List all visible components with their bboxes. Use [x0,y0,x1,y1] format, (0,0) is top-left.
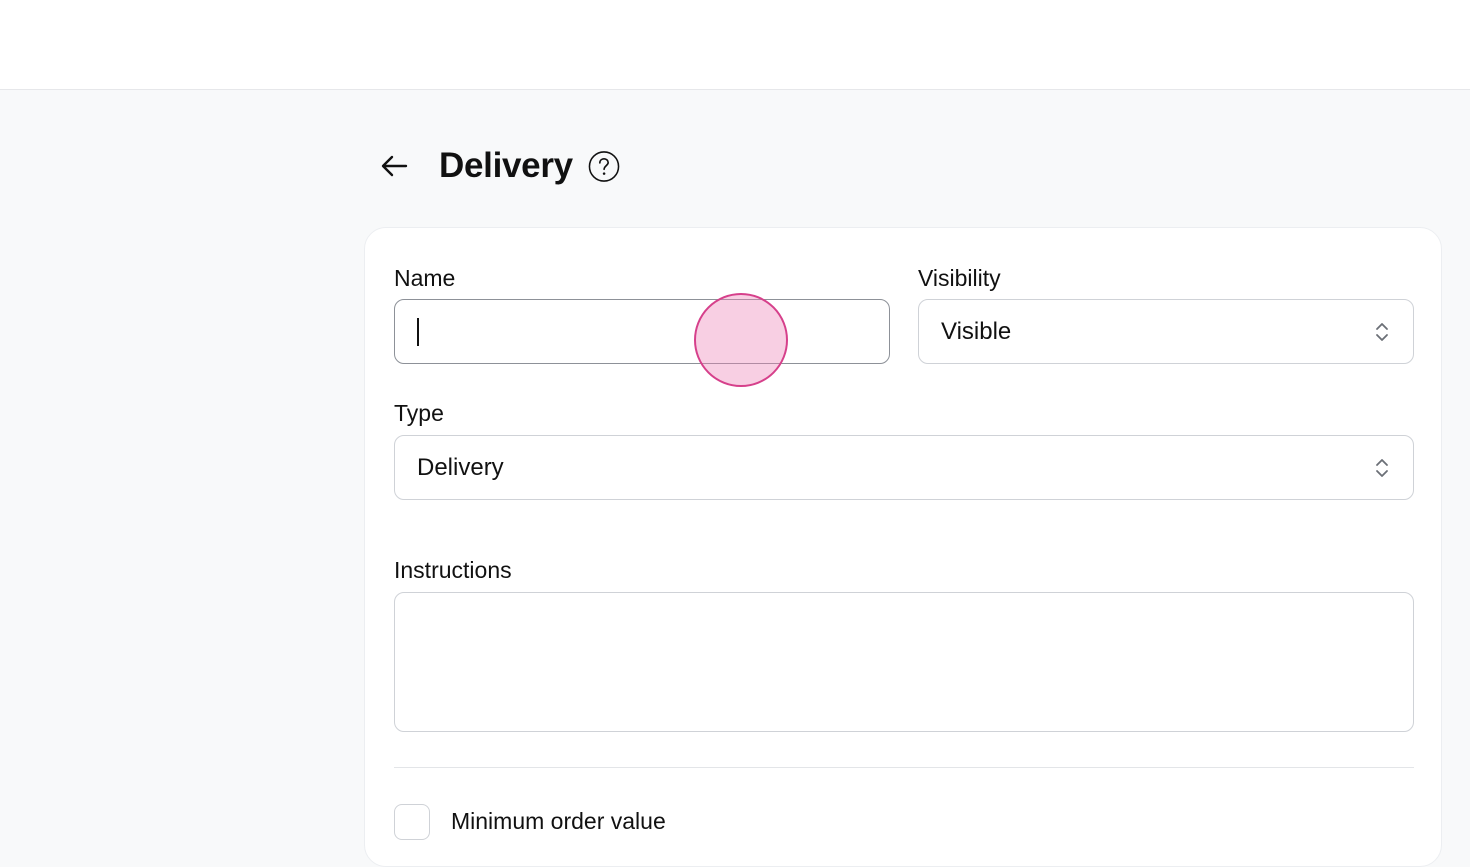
delivery-form-card: Name Visibility Visible Type Delivery In… [364,227,1442,867]
chevron-up-down-icon [1373,319,1391,345]
back-button[interactable] [376,148,412,184]
help-button[interactable] [588,150,620,182]
instructions-textarea[interactable] [394,592,1414,732]
instructions-label: Instructions [394,557,512,583]
top-bar [0,0,1470,90]
section-divider [394,767,1414,768]
type-label: Type [394,400,444,426]
page-title: Delivery [439,146,573,185]
arrow-left-icon [381,155,408,177]
text-caret [417,318,419,346]
minimum-order-checkbox[interactable] [394,804,430,840]
chevron-up-down-icon [1373,455,1391,481]
visibility-select-value: Visible [941,317,1012,345]
visibility-label: Visibility [918,265,1001,291]
type-select[interactable]: Delivery [394,435,1414,500]
name-label: Name [394,265,456,291]
visibility-select[interactable]: Visible [918,299,1414,364]
name-input[interactable] [394,299,890,364]
question-circle-icon [588,150,620,182]
page-header: Delivery [376,142,620,190]
type-select-value: Delivery [417,453,504,481]
